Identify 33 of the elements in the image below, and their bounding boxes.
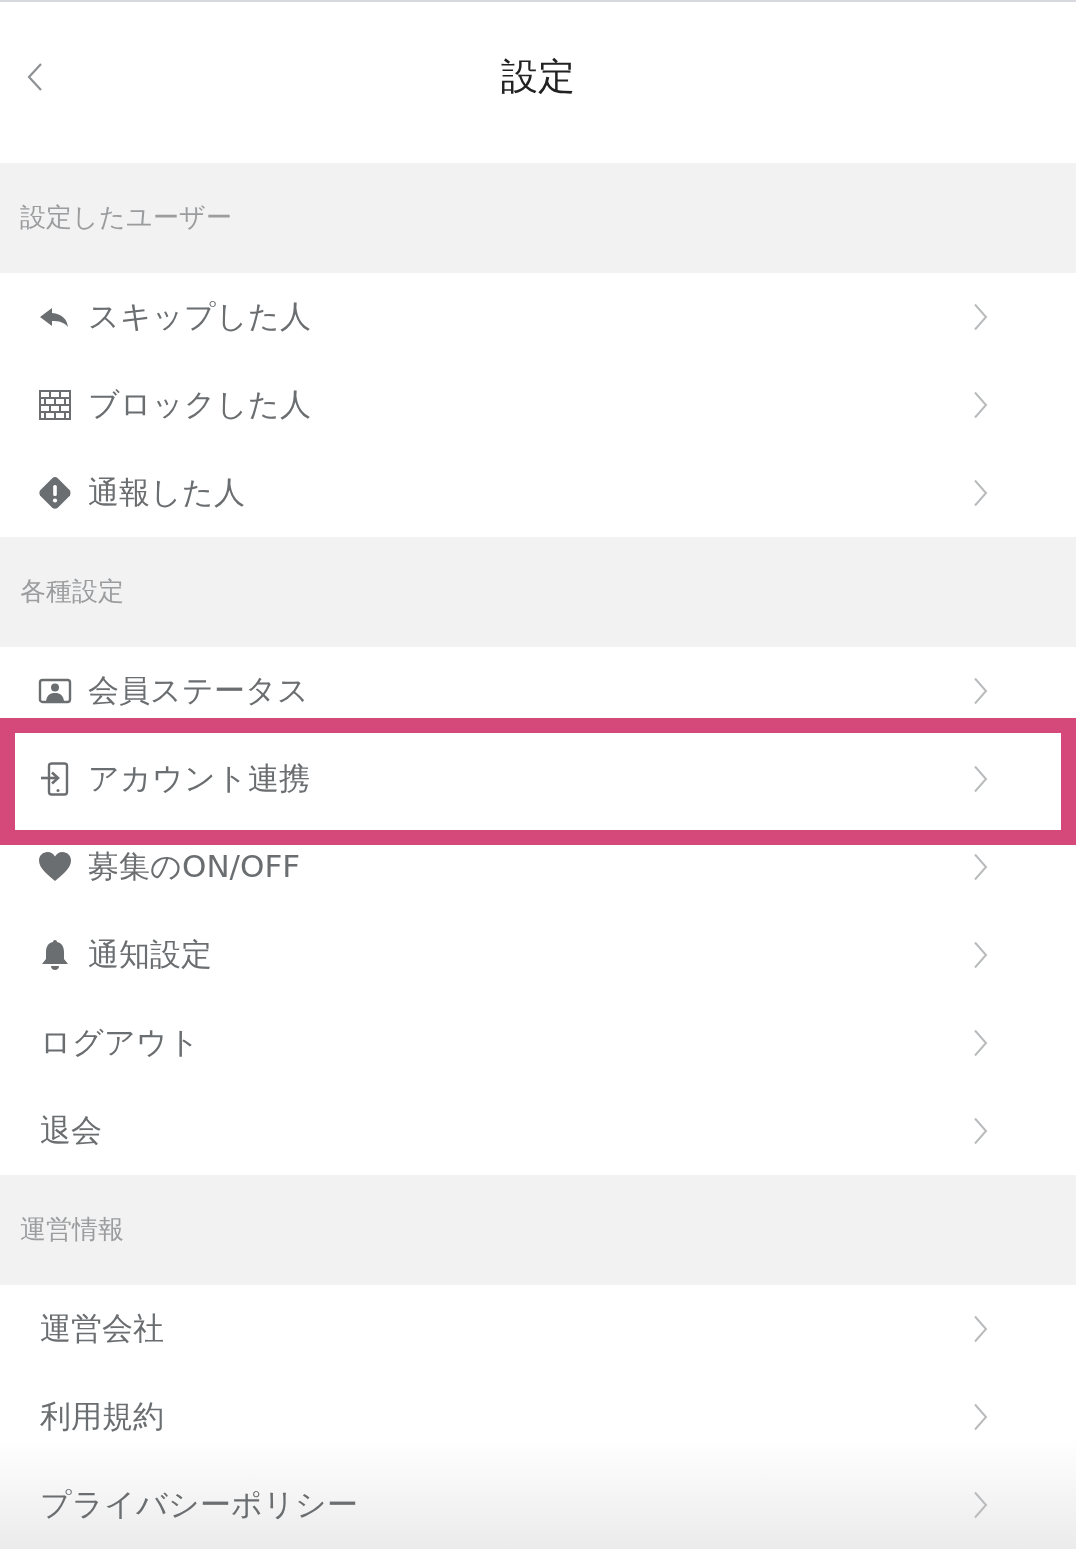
chevron-right-icon xyxy=(973,677,988,705)
chevron-right-icon xyxy=(973,1315,988,1343)
settings-item[interactable]: 通報した人 xyxy=(0,449,1076,537)
warning-diamond-icon xyxy=(38,476,72,510)
settings-item[interactable]: ログアウト xyxy=(0,999,1076,1087)
settings-item[interactable]: アカウント連携 xyxy=(0,735,1076,823)
chevron-right-icon xyxy=(973,765,988,793)
back-button[interactable] xyxy=(26,61,44,92)
chevron-right-icon xyxy=(973,1029,988,1057)
settings-item[interactable]: 退会 xyxy=(0,1087,1076,1175)
chevron-left-icon xyxy=(26,61,44,92)
settings-item[interactable]: 募集のON/OFF xyxy=(0,823,1076,911)
settings-item[interactable]: スキップした人 xyxy=(0,273,1076,361)
settings-item[interactable]: ブロックした人 xyxy=(0,361,1076,449)
chevron-right-icon xyxy=(973,1117,988,1145)
chevron-right-icon xyxy=(973,1491,988,1519)
chevron-right-icon xyxy=(973,303,988,331)
settings-item[interactable]: 通知設定 xyxy=(0,911,1076,999)
page-title: 設定 xyxy=(501,58,575,95)
section-title: 各種設定 xyxy=(20,576,124,608)
brick-wall-icon xyxy=(38,388,72,422)
heart-icon xyxy=(38,850,72,884)
chevron-right-icon xyxy=(973,941,988,969)
settings-item[interactable]: 運営会社 xyxy=(0,1285,1076,1373)
chevron-right-icon xyxy=(973,479,988,507)
settings-item[interactable]: 会員ステータス xyxy=(0,647,1076,735)
settings-item[interactable]: 利用規約 xyxy=(0,1373,1076,1461)
chevron-right-icon xyxy=(973,391,988,419)
chevron-right-icon xyxy=(973,853,988,881)
section-title: 運営情報 xyxy=(20,1214,124,1246)
chevron-right-icon xyxy=(973,1403,988,1431)
section-title: 設定したユーザー xyxy=(20,202,232,234)
settings-item[interactable]: プライバシーポリシー xyxy=(0,1461,1076,1549)
